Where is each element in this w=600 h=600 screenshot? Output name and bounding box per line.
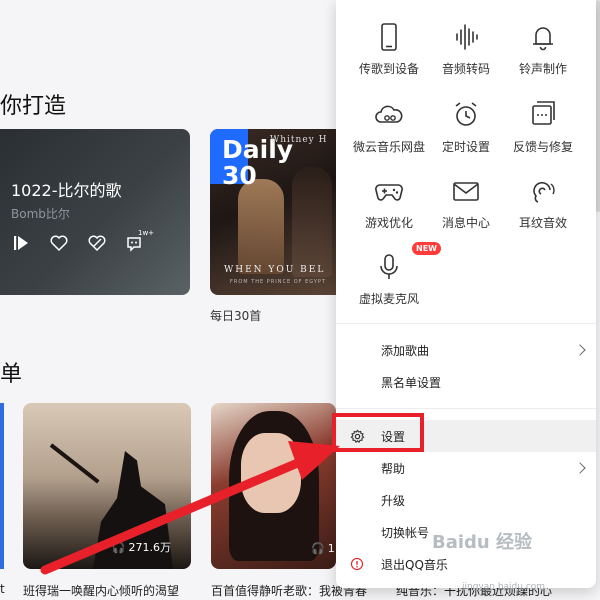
featured-song-card[interactable]: 1022-比尔的歌 Bomb比尔 1w+	[0, 129, 190, 295]
dislike-heart-icon[interactable]	[87, 233, 107, 253]
featured-song-title: 1022-比尔的歌	[11, 181, 122, 200]
playlist-card-partial[interactable]	[0, 403, 4, 569]
ear-icon	[526, 174, 560, 208]
cover-artist-script: Whitney H	[270, 135, 328, 145]
menu-divider	[336, 408, 596, 409]
tile-cloud-drive[interactable]: 微云音乐网盘	[352, 98, 426, 155]
watermark-url: jingyan.baidu.com	[462, 582, 546, 592]
tile-send-to-device[interactable]: 传歌到设备	[352, 20, 426, 77]
section-heading-recommend: 你打造	[0, 94, 67, 119]
microphone-icon	[372, 250, 406, 284]
chevron-right-icon	[574, 462, 586, 474]
daily-30-card[interactable]: Daily 30 Whitney H WHEN YOU BEL FROM THE…	[210, 129, 336, 295]
tile-game-optimize[interactable]: 游戏优化	[352, 174, 426, 231]
playlist-title[interactable]: 班得瑞一唤醒内心倾听的渴望	[23, 582, 179, 599]
more-menu-panel: 传歌到设备 音频转码 铃声制作 微云音乐网盘 定时设置 反馈与修复 游戏优化 消…	[336, 0, 596, 588]
cover-caption: WHEN YOU BEL	[224, 265, 326, 275]
like-heart-icon[interactable]	[49, 233, 69, 253]
menu-item-upgrade[interactable]: 升级	[336, 484, 596, 516]
phone-icon	[372, 20, 406, 54]
exit-icon	[349, 556, 365, 572]
cover-sub-caption: FROM THE PRINCE OF EGYPT	[230, 279, 327, 285]
menu-item-add-songs[interactable]: 添加歌曲	[336, 334, 596, 366]
headphones-icon: 🎧	[311, 542, 325, 555]
tile-ringtone-maker[interactable]: 铃声制作	[506, 20, 580, 77]
new-badge: NEW	[412, 242, 441, 255]
tile-feedback-repair[interactable]: 反馈与修复	[506, 98, 580, 155]
playlist-title-partial[interactable]: t	[0, 582, 5, 596]
page-scrollbar[interactable]	[596, 0, 600, 212]
cover-face	[241, 433, 301, 513]
play-next-icon[interactable]	[11, 233, 31, 253]
cover-broom	[49, 443, 100, 484]
cloud-music-icon	[372, 98, 406, 132]
gamepad-icon	[372, 174, 406, 208]
daily-30-label[interactable]: 每日30首	[210, 307, 261, 324]
soundwave-icon	[449, 20, 483, 54]
mail-icon	[449, 174, 483, 208]
cover-figure-left	[238, 179, 284, 274]
tile-ear-sound-effect[interactable]: 耳纹音效	[506, 174, 580, 231]
headphones-icon: 🎧	[111, 540, 126, 554]
annotation-highlight-box	[332, 413, 424, 452]
playlist-card[interactable]: 🎧 271.6万	[23, 403, 191, 569]
tile-message-center[interactable]: 消息中心	[429, 174, 503, 231]
tile-timer[interactable]: 定时设置	[429, 98, 503, 155]
playlist-playcount: 🎧 1	[311, 542, 335, 555]
alarm-clock-icon	[449, 98, 483, 132]
watermark: Baidu 经验	[432, 532, 533, 553]
chevron-right-icon	[574, 344, 586, 356]
playlist-playcount: 🎧 271.6万	[111, 540, 171, 555]
featured-song-artist[interactable]: Bomb比尔	[11, 205, 70, 222]
tile-audio-transcode[interactable]: 音频转码	[429, 20, 503, 77]
section-heading-playlists: 单	[0, 362, 23, 387]
playlist-card[interactable]: 🎧 1	[211, 403, 336, 569]
cover-figure-right	[292, 167, 332, 277]
comment-count-badge: 1w+	[138, 229, 155, 237]
comment-icon[interactable]: 1w+	[125, 229, 154, 253]
menu-divider	[336, 323, 596, 324]
menu-item-blacklist[interactable]: 黑名单设置	[336, 366, 596, 398]
tile-virtual-mic[interactable]: NEW 虚拟麦克风	[352, 242, 441, 307]
bell-icon	[526, 20, 560, 54]
feedback-icon	[526, 98, 560, 132]
menu-item-help[interactable]: 帮助	[336, 452, 596, 484]
